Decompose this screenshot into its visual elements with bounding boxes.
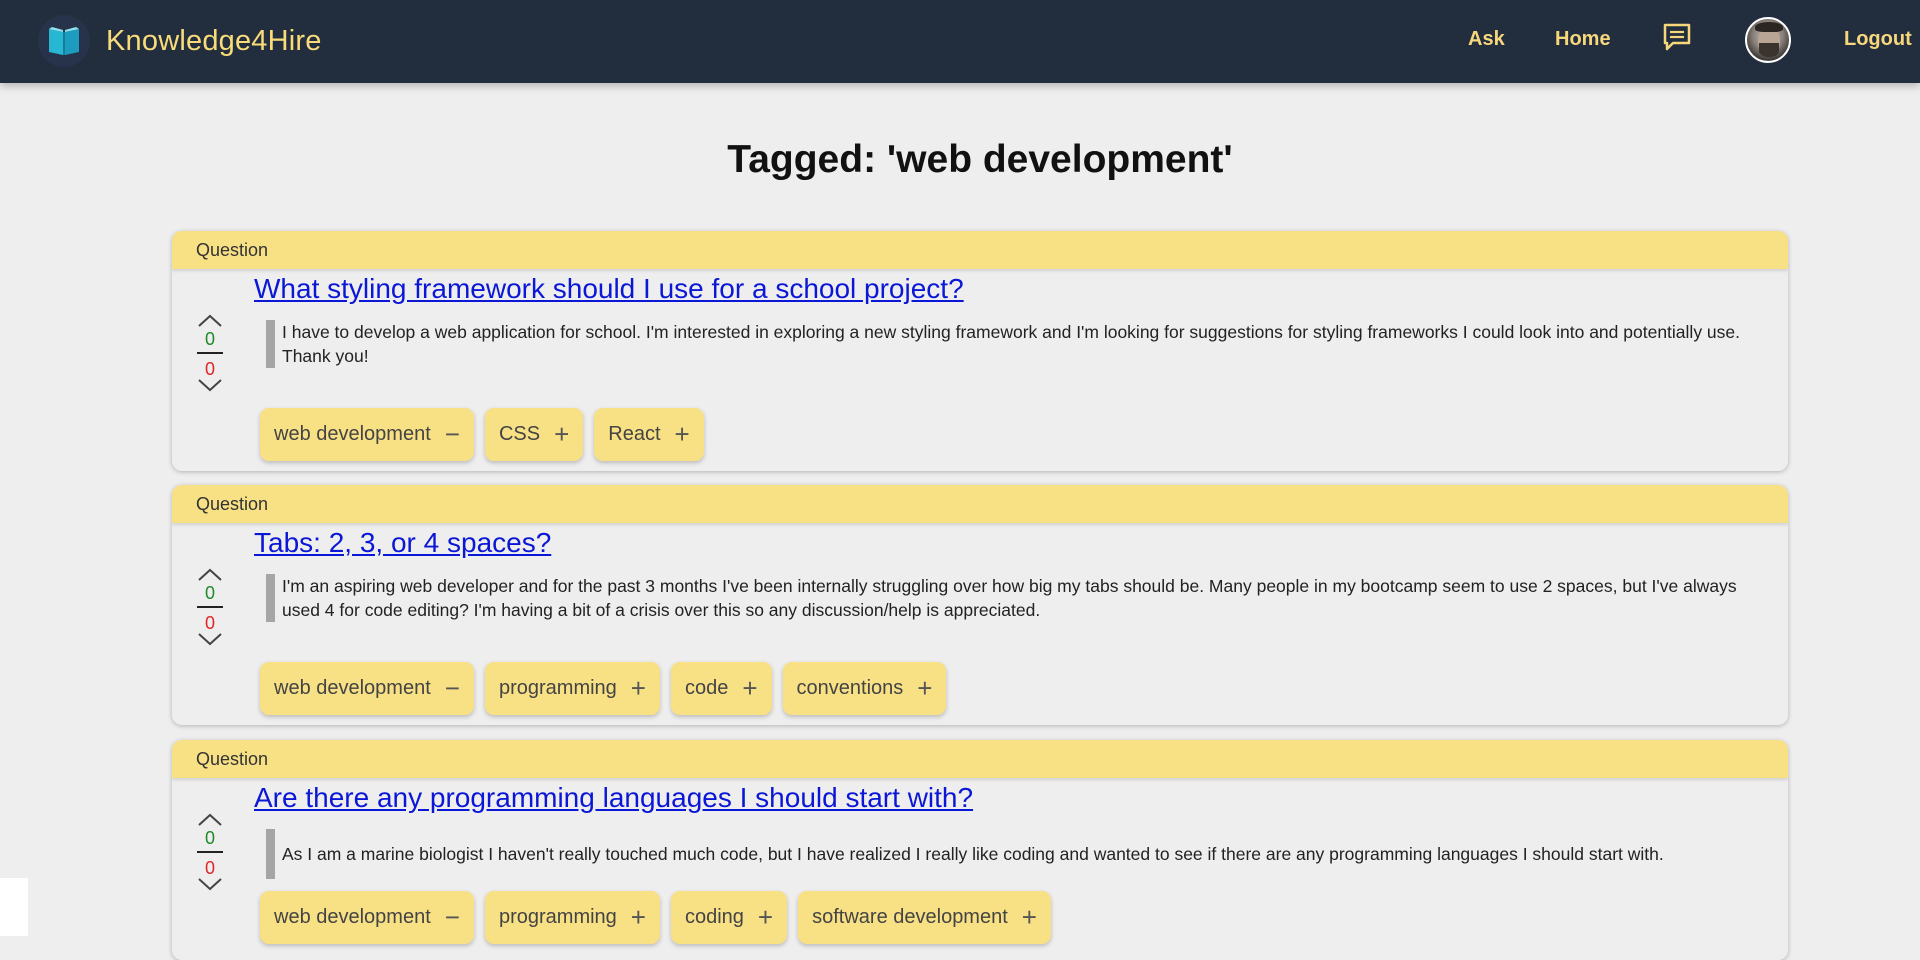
add-tag-icon[interactable]: + — [631, 673, 646, 704]
tag-chip[interactable]: software development + — [798, 891, 1051, 944]
tag-chip[interactable]: programming + — [484, 891, 660, 944]
tag-label: code — [684, 677, 729, 699]
vote-controls: 0 0 — [194, 567, 226, 647]
vote-controls: 0 0 — [194, 812, 226, 892]
nav-home-link[interactable]: Home — [1555, 28, 1611, 51]
upvote-count: 0 — [204, 828, 215, 848]
upvote-count: 0 — [204, 583, 215, 603]
tag-label: CSS — [498, 423, 541, 445]
tag-chip[interactable]: web development − — [260, 408, 474, 461]
tag-label: web development — [274, 423, 431, 445]
tag-label: programming — [498, 906, 617, 928]
add-tag-icon[interactable]: + — [631, 902, 646, 933]
vote-controls: 0 0 — [194, 313, 226, 393]
downvote-count: 0 — [204, 359, 215, 379]
tag-label: web development — [274, 677, 431, 699]
tag-list: web development − programming + coding + so… — [260, 891, 1051, 944]
page-title: Tagged: 'web development' — [727, 138, 1233, 181]
upvote-arrow-icon[interactable] — [197, 812, 223, 827]
question-body: As I am a marine biologist I haven't rea… — [266, 829, 1760, 879]
avatar-hair — [1755, 22, 1783, 32]
question-title-link[interactable]: What styling framework should I use for … — [254, 273, 964, 305]
add-tag-icon[interactable]: + — [742, 673, 757, 704]
upvote-arrow-icon[interactable] — [197, 313, 223, 328]
card-type-label: Question — [172, 485, 1788, 523]
remove-tag-icon[interactable]: − — [445, 419, 460, 450]
vote-divider — [197, 606, 223, 608]
downvote-arrow-icon[interactable] — [197, 378, 223, 393]
add-tag-icon[interactable]: + — [758, 902, 773, 933]
vote-divider — [197, 352, 223, 354]
tag-chip[interactable]: programming + — [484, 662, 660, 715]
brand-name: Knowledge4Hire — [106, 24, 322, 57]
chat-icon[interactable] — [1662, 22, 1692, 57]
tag-chip[interactable]: coding + — [670, 891, 788, 944]
remove-tag-icon[interactable]: − — [445, 673, 460, 704]
question-body: I have to develop a web application for … — [266, 320, 1760, 368]
user-avatar[interactable] — [1745, 17, 1791, 63]
top-navbar: Knowledge4Hire Ask Home Logout — [0, 0, 1920, 83]
nav-logout-link[interactable]: Logout — [1844, 28, 1912, 51]
tag-label: conventions — [796, 677, 904, 699]
upvote-arrow-icon[interactable] — [197, 567, 223, 582]
question-title-link[interactable]: Tabs: 2, 3, or 4 spaces? — [254, 527, 551, 559]
page-edge-inner — [0, 83, 28, 878]
question-card: Question 0 0 Are there any programming l… — [172, 740, 1788, 960]
card-type-label: Question — [172, 740, 1788, 778]
tag-chip[interactable]: web development − — [260, 891, 474, 944]
tag-chip[interactable]: web development − — [260, 662, 474, 715]
card-type-label: Question — [172, 231, 1788, 269]
tag-label: web development — [274, 906, 431, 928]
downvote-count: 0 — [204, 858, 215, 878]
downvote-arrow-icon[interactable] — [197, 632, 223, 647]
tag-list: web development − CSS + React + — [260, 408, 704, 461]
tag-label: programming — [498, 677, 617, 699]
book-logo-icon — [38, 15, 90, 67]
question-card: Question 0 0 Tabs: 2, 3, or 4 spaces? I'… — [172, 485, 1788, 725]
vote-divider — [197, 851, 223, 853]
tag-list: web development − programming + code + conv… — [260, 662, 947, 715]
downvote-arrow-icon[interactable] — [197, 877, 223, 892]
question-title-link[interactable]: Are there any programming languages I sh… — [254, 782, 973, 814]
add-tag-icon[interactable]: + — [675, 419, 690, 450]
tag-chip[interactable]: CSS + — [484, 408, 584, 461]
nav-ask-link[interactable]: Ask — [1468, 28, 1505, 51]
tag-chip[interactable]: code + — [670, 662, 772, 715]
question-body: I'm an aspiring web developer and for th… — [266, 574, 1776, 622]
upvote-count: 0 — [204, 329, 215, 349]
tag-label: software development — [812, 906, 1008, 928]
add-tag-icon[interactable]: + — [917, 673, 932, 704]
tag-label: React — [608, 423, 661, 445]
brand[interactable]: Knowledge4Hire — [38, 15, 322, 67]
downvote-count: 0 — [204, 613, 215, 633]
add-tag-icon[interactable]: + — [554, 419, 569, 450]
add-tag-icon[interactable]: + — [1022, 902, 1037, 933]
tag-chip[interactable]: React + — [594, 408, 704, 461]
tag-chip[interactable]: conventions + — [782, 662, 947, 715]
avatar-beard — [1759, 43, 1779, 57]
remove-tag-icon[interactable]: − — [445, 902, 460, 933]
tag-label: coding — [684, 906, 744, 928]
question-card: Question 0 0 What styling framework shou… — [172, 231, 1788, 471]
